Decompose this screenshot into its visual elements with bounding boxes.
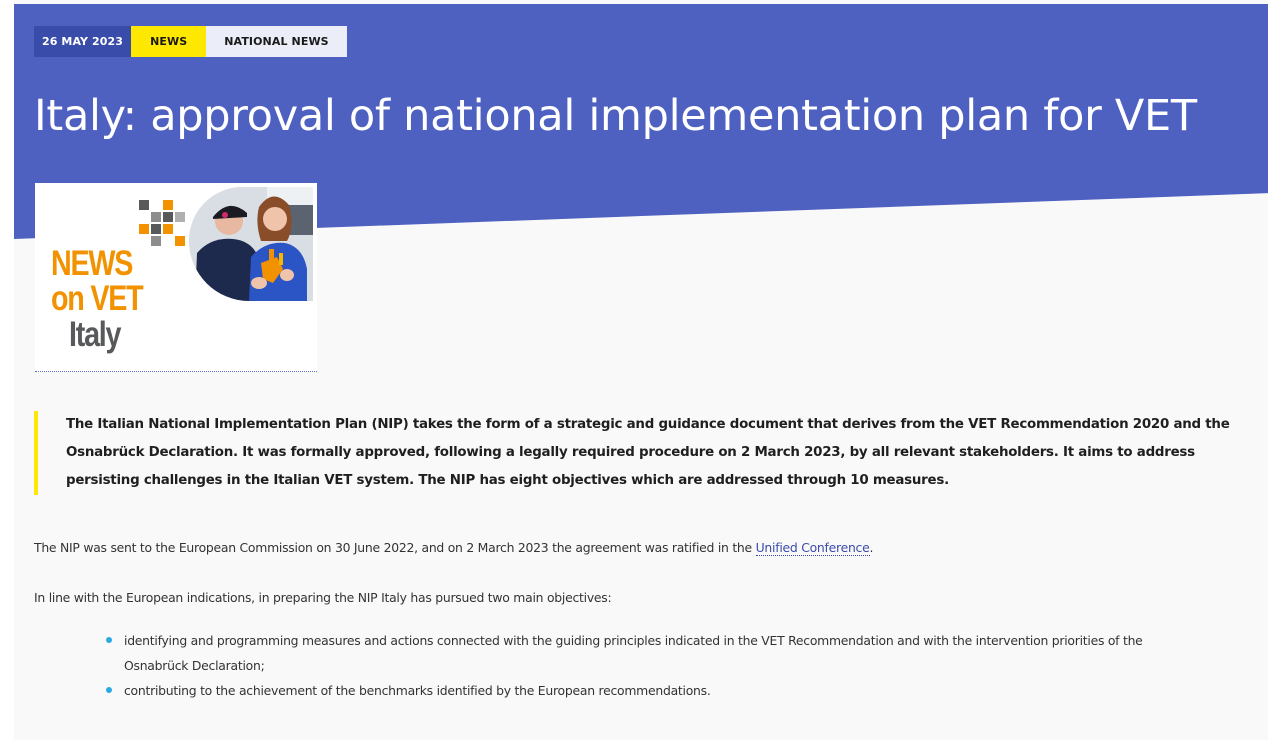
date-tag: 26 MAY 2023 bbox=[34, 26, 132, 57]
list-item: identifying and programming measures and… bbox=[104, 628, 1268, 678]
lead-summary: The Italian National Implementation Plan… bbox=[34, 411, 1268, 495]
paragraph-end: . bbox=[869, 540, 874, 555]
bullet-dot-icon bbox=[106, 637, 112, 643]
tag-row: 26 MAY 2023 NEWS NATIONAL NEWS bbox=[34, 26, 347, 57]
list-item: contributing to the achievement of the b… bbox=[104, 678, 1268, 703]
image-italy-label: Italy bbox=[69, 315, 122, 354]
image-news-label: NEWS bbox=[51, 244, 133, 283]
news-tag[interactable]: NEWS bbox=[131, 26, 207, 57]
paragraph-text: The NIP was sent to the European Commiss… bbox=[34, 540, 756, 555]
lead-line: persisting challenges in the Italian VET… bbox=[66, 473, 949, 488]
national-news-tag[interactable]: NATIONAL NEWS bbox=[206, 26, 347, 57]
page-title: Italy: approval of national implementati… bbox=[34, 91, 1197, 141]
page: 26 MAY 2023 NEWS NATIONAL NEWS Italy: ap… bbox=[0, 0, 1268, 740]
paragraph-objectives: In line with the European indications, i… bbox=[34, 590, 612, 605]
bullet-dot-icon bbox=[106, 687, 112, 693]
image-on-vet-label: on VET bbox=[51, 279, 144, 318]
unified-conference-link[interactable]: Unified Conference bbox=[755, 540, 870, 556]
lead-line: Osnabrück Declaration. It was formally a… bbox=[66, 445, 1195, 460]
news-on-vet-italy-image: NEWS on VET Italy bbox=[35, 183, 317, 372]
students-photo bbox=[189, 187, 313, 301]
objectives-list: identifying and programming measures and… bbox=[104, 628, 1268, 703]
list-item-text: Osnabrück Declaration; bbox=[124, 658, 265, 673]
lead-line: The Italian National Implementation Plan… bbox=[66, 417, 1230, 432]
list-item-text: identifying and programming measures and… bbox=[124, 633, 1143, 648]
list-item-text: contributing to the achievement of the b… bbox=[124, 683, 711, 698]
paragraph-submission: The NIP was sent to the European Commiss… bbox=[34, 537, 873, 559]
